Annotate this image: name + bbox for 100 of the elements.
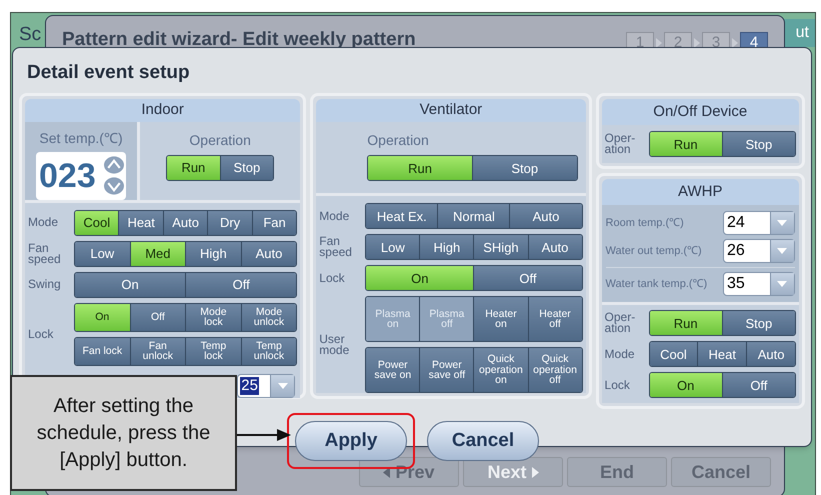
row-label: Lock: [28, 328, 54, 340]
dropdown-field[interactable]: 35: [722, 272, 795, 296]
option-button[interactable]: Temp lock: [185, 338, 241, 364]
dialog-title: Detail event setup: [27, 62, 191, 84]
callout-box: After setting the schedule, press the [Apply] button.: [10, 375, 237, 491]
option-button[interactable]: Normal: [437, 204, 510, 228]
dropdown-button[interactable]: [770, 240, 794, 262]
option-button[interactable]: Stop: [220, 156, 274, 180]
option-button[interactable]: Run: [650, 311, 722, 335]
option-button[interactable]: Off: [473, 266, 582, 290]
right-arrow-icon: [532, 466, 538, 478]
dropdown-field[interactable]: 24: [722, 211, 795, 235]
option-button[interactable]: Off: [130, 304, 186, 330]
option-button[interactable]: Heat Ex.: [366, 204, 438, 228]
field-label: Operation: [189, 130, 251, 150]
option-button[interactable]: Power save on: [366, 348, 420, 392]
option-button[interactable]: On: [75, 272, 186, 296]
option-button[interactable]: On: [75, 304, 130, 330]
row-label: Fan speed: [319, 236, 353, 258]
panel-header: On/Off Device: [602, 99, 799, 125]
field-label: Room temp.(℃): [606, 216, 684, 231]
option-button[interactable]: Auto: [528, 235, 582, 259]
dropdown-value: 26: [726, 241, 746, 261]
row-label: Lock: [604, 380, 631, 390]
row-label: Mode: [28, 217, 60, 228]
panel-header: Indoor: [25, 99, 300, 122]
option-button[interactable]: Auto: [509, 204, 582, 228]
window-title: Sc: [19, 23, 42, 47]
caret-icon: [777, 220, 788, 226]
option-button[interactable]: Stop: [722, 132, 795, 156]
option-button[interactable]: Run: [368, 156, 472, 180]
option-button[interactable]: Auto: [162, 210, 208, 234]
caret-icon: [278, 382, 288, 388]
dropdown-button[interactable]: [770, 212, 794, 234]
temp-field[interactable]: 023: [36, 152, 126, 200]
step-arrow-icon: [656, 38, 662, 48]
dropdown-value: 35: [726, 274, 746, 294]
option-button[interactable]: Off: [185, 272, 296, 296]
option-button[interactable]: Heat: [697, 342, 746, 366]
wizard-button[interactable]: Cancel: [671, 457, 771, 487]
temp-value: 023: [39, 158, 96, 192]
option-button[interactable]: Cool: [650, 342, 698, 366]
option-button[interactable]: Temp unlock: [240, 338, 296, 364]
option-button[interactable]: Heat: [118, 210, 163, 234]
option-button[interactable]: Med: [130, 242, 186, 266]
option-button[interactable]: Fan: [252, 210, 296, 234]
option-button[interactable]: Stop: [472, 156, 577, 180]
option-button[interactable]: Run: [650, 132, 722, 156]
dropdown-field[interactable]: 25: [237, 374, 296, 398]
option-button[interactable]: Mode unlock: [240, 304, 296, 330]
option-button[interactable]: On: [650, 373, 722, 397]
option-button[interactable]: Cool: [75, 210, 118, 234]
option-button[interactable]: Run: [167, 156, 220, 180]
option-button[interactable]: On: [366, 266, 474, 290]
wizard-button[interactable]: End: [567, 457, 667, 487]
caret-icon: [777, 248, 788, 254]
option-button[interactable]: Low: [75, 242, 130, 266]
dropdown-button[interactable]: [770, 273, 794, 295]
field-label: Operation: [367, 131, 430, 150]
option-button[interactable]: Auto: [240, 242, 296, 266]
option-button[interactable]: Mode lock: [185, 304, 241, 330]
row-label: Mode: [604, 348, 636, 360]
row-label: Fan speed: [28, 242, 62, 264]
callout-arrow: [237, 429, 291, 441]
option-button[interactable]: Heater on: [473, 297, 528, 341]
field-label: Water tank temp.(℃): [606, 276, 708, 292]
row-label: Oper- ation: [604, 133, 636, 155]
caret-icon: [777, 281, 788, 287]
row-label: Oper- ation: [604, 312, 636, 334]
dialog-button[interactable]: Cancel: [427, 421, 539, 461]
option-button[interactable]: SHigh: [473, 235, 528, 259]
dropdown-field[interactable]: 26: [722, 239, 795, 263]
field-label: Water out temp.(℃): [606, 244, 702, 259]
option-button[interactable]: Power save off: [419, 348, 474, 392]
dropdown-button[interactable]: [270, 374, 294, 396]
option-button[interactable]: Quick operation on: [473, 348, 528, 392]
option-button[interactable]: Auto: [746, 342, 795, 366]
row-label: Swing: [28, 279, 62, 290]
option-button[interactable]: Heater off: [528, 297, 582, 341]
step-arrow-icon: [694, 38, 700, 48]
wizard-title: Pattern edit wizard- Edit weekly pattern: [62, 28, 416, 52]
step-arrow-icon: [732, 38, 738, 48]
option-button[interactable]: Stop: [722, 311, 795, 335]
panel-header: Ventilator: [316, 99, 586, 122]
row-label: User mode: [319, 334, 350, 356]
row-label: Lock: [319, 272, 346, 284]
option-button[interactable]: Dry: [207, 210, 252, 234]
option-button[interactable]: Fan unlock: [130, 338, 186, 364]
option-button[interactable]: Fan lock: [75, 338, 130, 364]
option-button[interactable]: High: [419, 235, 474, 259]
dropdown-value: 24: [726, 213, 746, 233]
row-label: Mode: [319, 210, 350, 222]
panel-header: AWHP: [602, 179, 799, 205]
field-label: Set temp.(℃): [39, 128, 123, 148]
option-button[interactable]: Low: [366, 235, 420, 259]
dialog-button[interactable]: Apply: [295, 421, 407, 461]
dropdown-value: 25: [240, 376, 259, 394]
option-button[interactable]: High: [185, 242, 241, 266]
option-button[interactable]: Quick operation off: [528, 348, 582, 392]
option-button[interactable]: Off: [722, 373, 795, 397]
